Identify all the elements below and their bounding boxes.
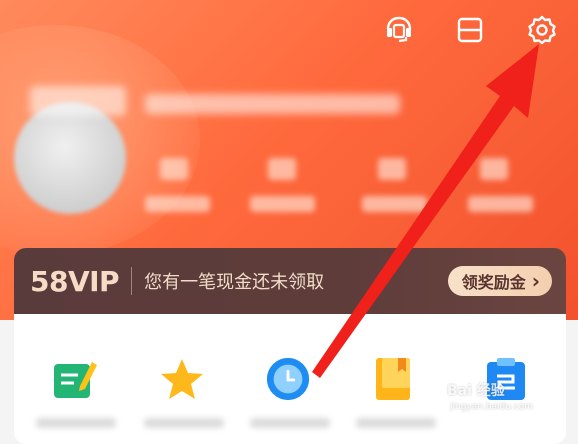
customer-service-icon[interactable] — [381, 12, 417, 48]
settings-icon[interactable] — [524, 12, 560, 48]
blurred-name-block — [30, 86, 126, 116]
watermark-logo: Bai 经验 — [447, 383, 505, 399]
vip-message: 您有一笔现金还未领取 — [144, 272, 325, 293]
blurred-stat — [268, 158, 296, 180]
blurred-stat — [378, 158, 406, 180]
claim-reward-label: 领奖励金 — [461, 273, 526, 292]
blurred-stat — [480, 158, 508, 180]
clock-icon[interactable] — [265, 356, 311, 402]
claim-reward-button[interactable]: 领奖励金 › — [447, 266, 552, 296]
blurred-app-label — [36, 418, 116, 428]
star-icon[interactable] — [159, 356, 205, 402]
blurred-stat-label — [145, 196, 210, 212]
scan-icon[interactable] — [452, 12, 488, 48]
book-icon[interactable] — [372, 356, 418, 402]
blurred-app-label — [250, 418, 330, 428]
blurred-username — [145, 94, 400, 114]
blurred-app-label — [144, 418, 224, 428]
blurred-stat-label — [250, 196, 315, 212]
vip-banner[interactable]: 58VIP 您有一笔现金还未领取 领奖励金 › — [14, 248, 566, 314]
watermark-url: jingyan.baidu.com — [450, 402, 534, 412]
avatar[interactable] — [14, 102, 126, 214]
blurred-stat-label — [468, 196, 533, 212]
vip-divider — [131, 267, 133, 295]
note-icon[interactable] — [52, 356, 98, 402]
vip-logo: 58VIP — [30, 264, 120, 298]
blurred-app-label — [356, 418, 436, 428]
blurred-stat-label — [362, 196, 427, 212]
chevron-right-icon: › — [531, 269, 540, 293]
blurred-stat — [160, 158, 188, 180]
